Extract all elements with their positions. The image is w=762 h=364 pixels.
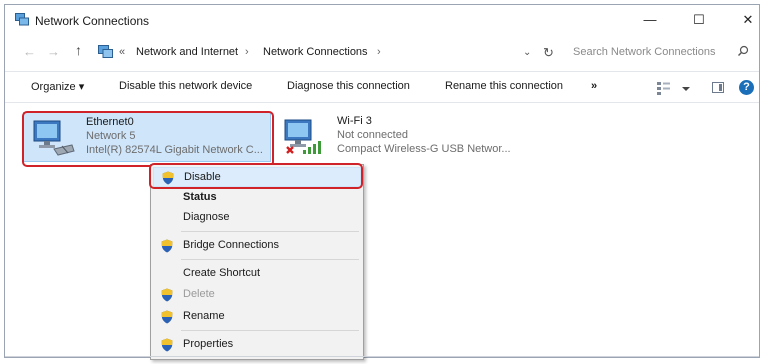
menu-item-label: Create Shortcut <box>183 267 261 279</box>
adapter-name: Wi-Fi 3 <box>337 115 372 127</box>
menu-item-label: Disable <box>184 171 221 183</box>
ethernet-adapter-icon <box>33 120 75 156</box>
menu-item-bridge-connections[interactable]: Bridge Connections <box>153 236 361 256</box>
breadcrumb-network-connections[interactable]: Network Connections <box>263 46 368 58</box>
network-connections-window: Network Connections — ☐ ✕ ← → ↑ « Networ… <box>4 4 760 360</box>
menu-item-label: Status <box>183 191 217 203</box>
window-title: Network Connections <box>35 14 150 28</box>
forward-arrow-icon[interactable]: → <box>47 44 60 59</box>
more-commands-button[interactable]: » <box>591 80 597 92</box>
maximize-button[interactable]: ☐ <box>684 9 714 31</box>
adapter-ethernet0[interactable]: Ethernet0 Network 5 Intel(R) 82574L Giga… <box>23 112 271 162</box>
title-bar[interactable]: Network Connections — ☐ ✕ <box>5 5 759 35</box>
menu-item-diagnose[interactable]: Diagnose <box>153 208 361 228</box>
control-panel-icon <box>98 45 113 58</box>
adapter-wifi-3[interactable]: Wi-Fi 3 Not connected Compact Wireless-G… <box>275 112 525 162</box>
help-icon[interactable]: ? <box>739 80 754 95</box>
adapter-device: Intel(R) 82574L Gigabit Network C... <box>86 144 263 156</box>
wifi-adapter-icon <box>284 119 321 154</box>
search-icon[interactable] <box>737 45 749 57</box>
uac-shield-icon <box>161 288 173 302</box>
disable-network-device-button[interactable]: Disable this network device <box>119 80 252 92</box>
menu-item-label: Delete <box>183 288 215 300</box>
adapter-status: Network 5 <box>86 130 136 142</box>
organize-button[interactable]: Organize ▾ <box>31 80 84 93</box>
address-dropdown-icon[interactable]: ⌄ <box>523 47 531 58</box>
change-view-icon[interactable] <box>656 79 696 97</box>
menu-item-create-shortcut[interactable]: Create Shortcut <box>153 264 361 284</box>
menu-item-disable[interactable]: Disable <box>153 167 361 187</box>
minimize-button[interactable]: — <box>635 9 665 31</box>
breadcrumb-separator-icon[interactable]: › <box>377 46 381 58</box>
menu-separator <box>181 259 359 260</box>
network-connections-app-icon <box>15 13 29 26</box>
close-button[interactable]: ✕ <box>733 9 762 31</box>
address-row: ← → ↑ « Network and Internet › Network C… <box>5 38 759 66</box>
address-overflow-icon[interactable]: « <box>119 46 125 58</box>
status-divider <box>5 356 759 357</box>
search-box[interactable]: Search Network Connections <box>567 42 753 64</box>
context-menu: Disable Status Diagnose Bridge Connectio… <box>150 164 364 360</box>
menu-item-label: Rename <box>183 310 225 322</box>
refresh-icon[interactable]: ↻ <box>543 45 554 61</box>
connections-list: Ethernet0 Network 5 Intel(R) 82574L Giga… <box>5 104 759 360</box>
rename-connection-button[interactable]: Rename this connection <box>445 80 563 92</box>
search-input[interactable]: Search Network Connections <box>573 46 715 58</box>
menu-separator <box>181 330 359 331</box>
uac-shield-icon <box>161 239 173 253</box>
menu-item-properties[interactable]: Properties <box>153 335 361 355</box>
uac-shield-icon <box>161 338 173 352</box>
breadcrumb-separator-icon[interactable]: › <box>245 46 249 58</box>
preview-pane-icon[interactable] <box>712 82 724 93</box>
menu-item-label: Properties <box>183 338 234 350</box>
uac-shield-icon <box>162 171 174 185</box>
uac-shield-icon <box>161 310 173 324</box>
menu-separator <box>181 231 359 232</box>
menu-item-label: Bridge Connections <box>183 239 280 251</box>
menu-item-delete[interactable]: Delete <box>153 285 361 305</box>
diagnose-connection-button[interactable]: Diagnose this connection <box>287 80 410 92</box>
adapter-device: Compact Wireless-G USB Networ... <box>337 143 511 155</box>
up-arrow-icon[interactable]: ↑ <box>75 42 82 58</box>
command-bar: Organize ▾ Disable this network device D… <box>5 71 759 103</box>
menu-item-rename[interactable]: Rename <box>153 307 361 327</box>
adapter-status: Not connected <box>337 129 408 141</box>
menu-item-status[interactable]: Status <box>153 188 361 208</box>
address-bar[interactable]: « Network and Internet › Network Connect… <box>95 42 561 64</box>
menu-item-label: Diagnose <box>183 211 230 223</box>
adapter-name: Ethernet0 <box>86 116 134 128</box>
breadcrumb-network-and-internet[interactable]: Network and Internet <box>136 46 238 58</box>
back-arrow-icon[interactable]: ← <box>23 44 36 59</box>
